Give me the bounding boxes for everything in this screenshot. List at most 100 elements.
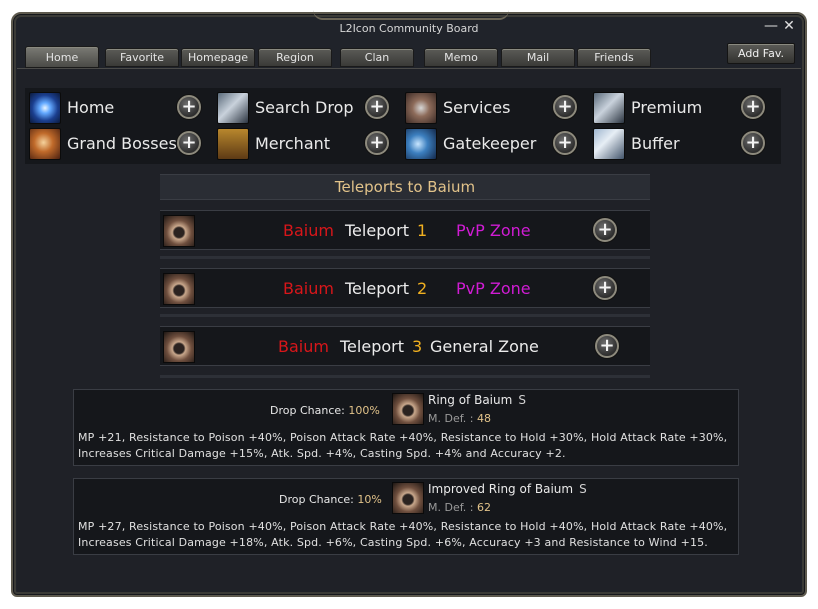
teleport-number: 1 (417, 221, 428, 240)
mdef-label: M. Def. : (428, 412, 474, 425)
improved-ring-of-baium-icon (392, 482, 424, 514)
item-mdef: M. Def. : 48 (428, 412, 491, 425)
item-name: Improved Ring of Baium S (428, 482, 587, 496)
teleport-1-button[interactable]: + (593, 218, 617, 242)
menu-item-services[interactable]: Services + (403, 90, 583, 124)
menu-item-premium[interactable]: Premium + (591, 90, 771, 124)
menu-item-label: Buffer (631, 134, 680, 153)
tab-home[interactable]: Home (25, 46, 99, 68)
teleport-zone: PvP Zone (456, 279, 531, 298)
teleport-3-button[interactable]: + (595, 334, 619, 358)
teleport-number: 2 (417, 279, 428, 298)
divider (160, 256, 650, 259)
community-board-window: L2Icon Community Board — ✕ Home Favorite… (11, 12, 807, 597)
item-name-text: Improved Ring of Baium (428, 482, 574, 496)
add-buffer-button[interactable]: + (741, 131, 765, 155)
menu-item-label: Search Drop (255, 98, 354, 117)
title-bar[interactable]: L2Icon Community Board — ✕ (13, 14, 805, 44)
main-menu: Home + Search Drop + Services + Premium … (25, 88, 781, 164)
close-icon[interactable]: ✕ (781, 18, 797, 34)
menu-item-gatekeeper[interactable]: Gatekeeper + (403, 126, 583, 160)
teleport-boss: Baium (283, 279, 334, 298)
window-title: L2Icon Community Board (339, 22, 479, 35)
gatekeeper-icon (405, 128, 437, 160)
menu-item-label: Merchant (255, 134, 331, 153)
menu-item-label: Gatekeeper (443, 134, 537, 153)
menu-item-label: Home (67, 98, 115, 117)
add-grand-bosses-button[interactable]: + (177, 131, 201, 155)
tab-clan[interactable]: Clan (340, 48, 414, 67)
drop-item-box: Drop Chance: 100% Ring of Baium S M. Def.… (73, 389, 739, 466)
drop-item-box: Drop Chance: 10% Improved Ring of Baium S… (73, 478, 739, 555)
drop-chance-label: Drop Chance: (270, 404, 345, 417)
board-content: Home + Search Drop + Services + Premium … (17, 68, 801, 592)
add-search-drop-button[interactable]: + (365, 95, 389, 119)
tab-memo[interactable]: Memo (424, 48, 498, 67)
item-name-text: Ring of Baium (428, 393, 513, 407)
drop-chance-value: 10% (357, 493, 382, 506)
teleport-row-1[interactable]: Baium Teleport 1 PvP Zone + (160, 210, 650, 250)
mdef-label: M. Def. : (428, 501, 474, 514)
menu-item-grand-bosses[interactable]: Grand Bosses + (27, 126, 207, 160)
merchant-icon (217, 128, 249, 160)
baium-ring-icon (163, 215, 195, 247)
teleport-2-button[interactable]: + (593, 276, 617, 300)
add-home-button[interactable]: + (177, 95, 201, 119)
minimize-icon[interactable]: — (763, 18, 779, 34)
title-ornament (313, 10, 509, 20)
add-merchant-button[interactable]: + (365, 131, 389, 155)
add-gatekeeper-button[interactable]: + (553, 131, 577, 155)
item-desc-line-2: Increases Critical Damage +18%, Atk. Spd… (78, 536, 708, 549)
menu-item-home[interactable]: Home + (27, 90, 207, 124)
tab-friends[interactable]: Friends (577, 48, 651, 67)
item-desc-line-1: MP +21, Resistance to Poison +40%, Poiso… (78, 431, 728, 444)
premium-icon (593, 92, 625, 124)
grand-bosses-icon (29, 128, 61, 160)
menu-item-label: Services (443, 98, 511, 117)
teleport-word: Teleport (340, 337, 404, 356)
item-grade: S (579, 482, 587, 496)
teleport-zone: General Zone (430, 337, 539, 356)
home-icon (29, 92, 61, 124)
teleport-word: Teleport (345, 221, 409, 240)
drop-chance-value: 100% (348, 404, 380, 417)
menu-item-search-drop[interactable]: Search Drop + (215, 90, 395, 124)
menu-item-buffer[interactable]: Buffer + (591, 126, 771, 160)
drop-chance: Drop Chance: 100% (270, 404, 380, 417)
item-desc-line-2: Increases Critical Damage +15%, Atk. Spd… (78, 447, 566, 460)
search-drop-icon (217, 92, 249, 124)
baium-ring-icon (163, 331, 195, 363)
tab-mail[interactable]: Mail (501, 48, 575, 67)
teleport-row-3[interactable]: Baium Teleport 3 General Zone + (160, 326, 650, 366)
section-title: Teleports to Baium (160, 174, 650, 200)
menu-item-label: Premium (631, 98, 703, 117)
menu-item-label: Grand Bosses (67, 134, 177, 153)
add-premium-button[interactable]: + (741, 95, 765, 119)
divider (160, 375, 650, 378)
ring-of-baium-icon (392, 393, 424, 425)
add-favorite-button[interactable]: Add Fav. (727, 43, 795, 64)
item-description: MP +21, Resistance to Poison +40%, Poiso… (78, 430, 738, 462)
item-name: Ring of Baium S (428, 393, 526, 407)
teleport-boss: Baium (283, 221, 334, 240)
teleport-zone: PvP Zone (456, 221, 531, 240)
teleport-word: Teleport (345, 279, 409, 298)
mdef-value: 62 (477, 501, 491, 514)
teleport-boss: Baium (278, 337, 329, 356)
item-desc-line-1: MP +27, Resistance to Poison +40%, Poiso… (78, 520, 728, 533)
drop-chance-label: Drop Chance: (279, 493, 354, 506)
menu-item-merchant[interactable]: Merchant + (215, 126, 395, 160)
item-description: MP +27, Resistance to Poison +40%, Poiso… (78, 519, 738, 551)
tab-favorite[interactable]: Favorite (105, 48, 179, 67)
tab-homepage[interactable]: Homepage (181, 48, 255, 67)
baium-ring-icon (163, 273, 195, 305)
item-grade: S (518, 393, 526, 407)
teleport-row-2[interactable]: Baium Teleport 2 PvP Zone + (160, 268, 650, 308)
buffer-icon (593, 128, 625, 160)
add-services-button[interactable]: + (553, 95, 577, 119)
tab-region[interactable]: Region (258, 48, 332, 67)
drop-chance: Drop Chance: 10% (279, 493, 382, 506)
mdef-value: 48 (477, 412, 491, 425)
teleport-number: 3 (412, 337, 423, 356)
services-icon (405, 92, 437, 124)
